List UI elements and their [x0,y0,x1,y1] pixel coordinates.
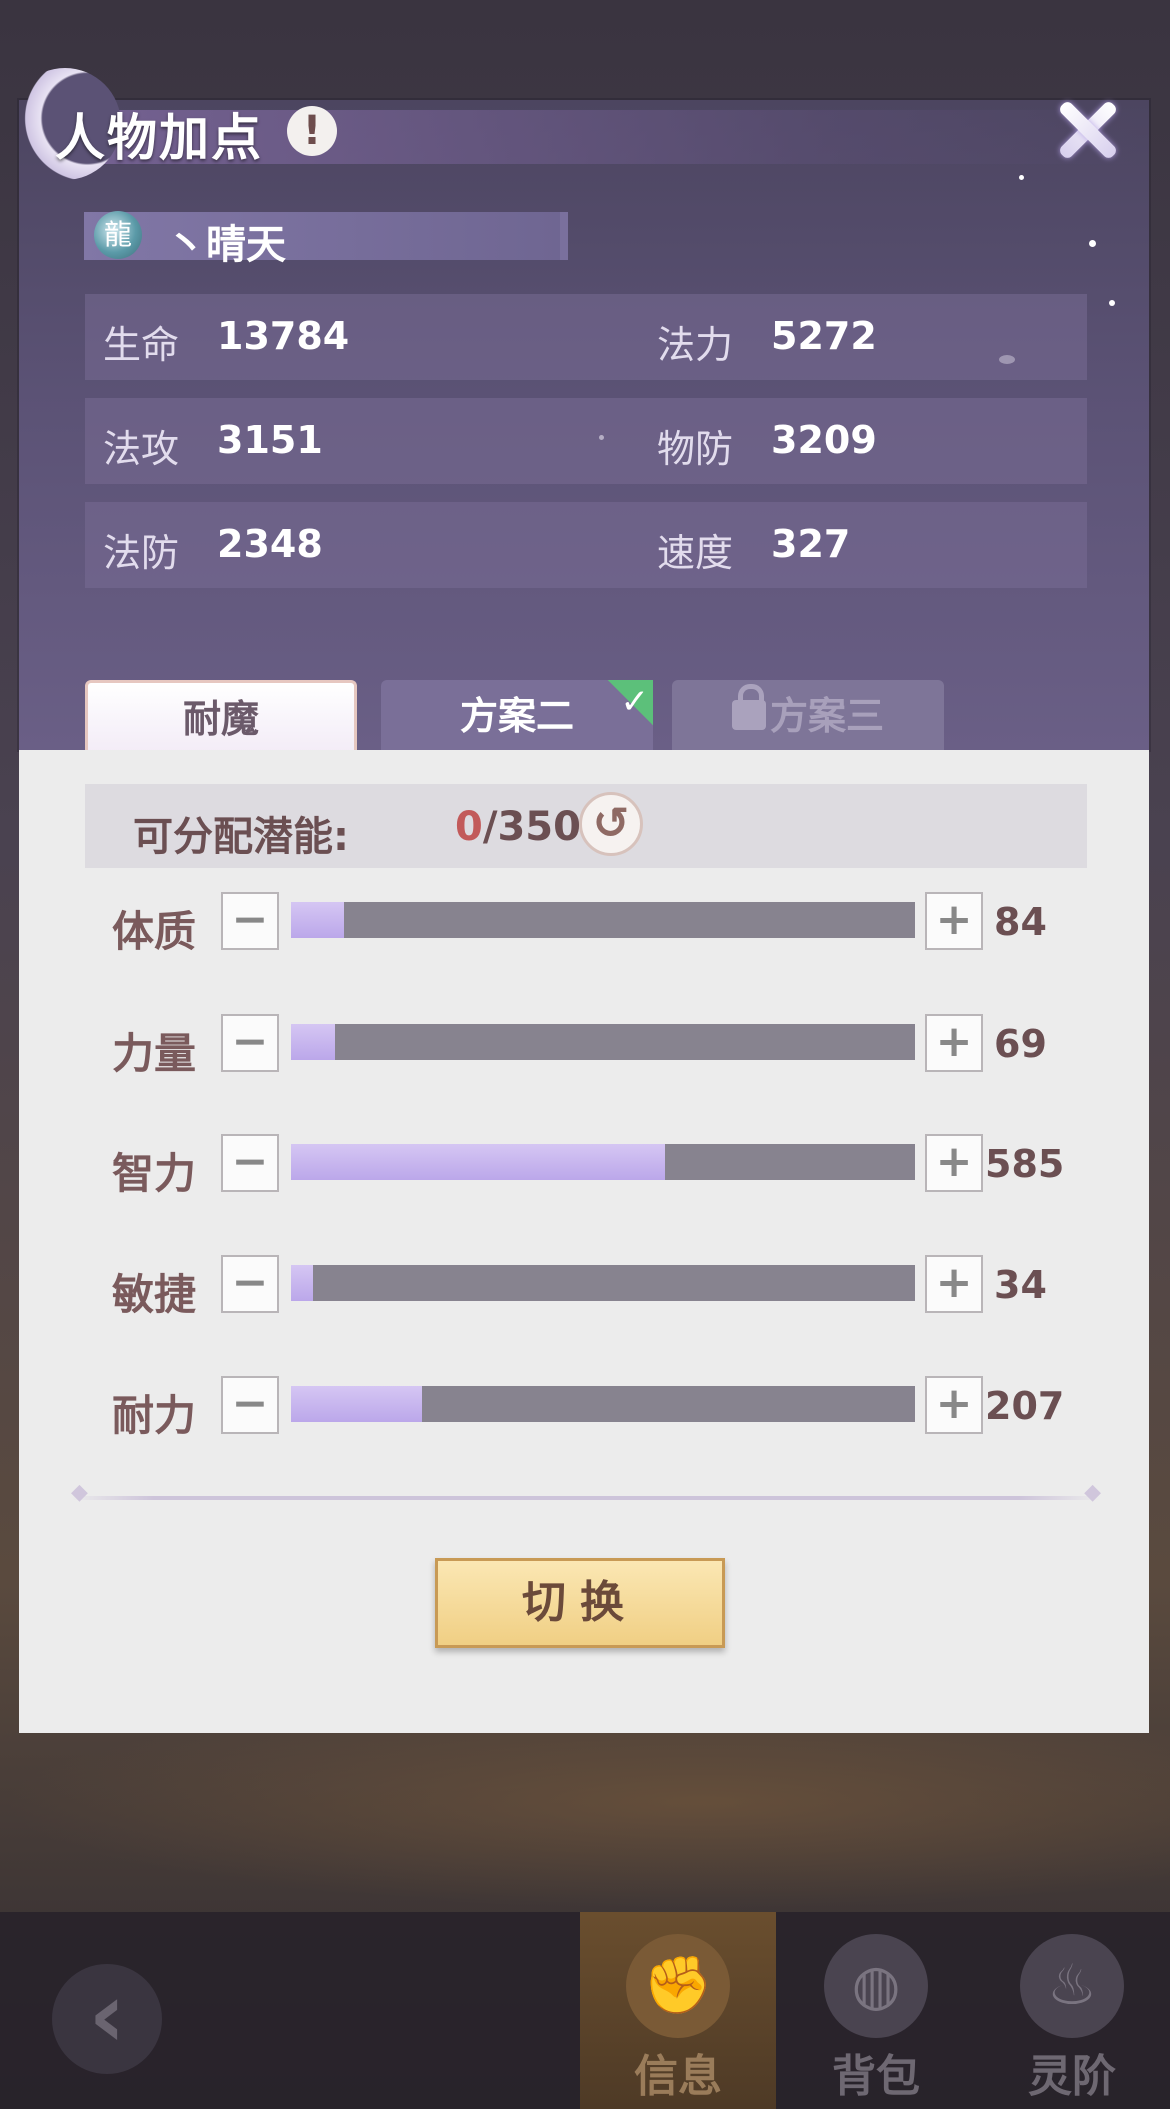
stat-value: 13784 [217,314,350,358]
character-name-bar: 龍 丶晴天 [84,211,568,268]
slider-fill [291,1144,666,1180]
plus-button[interactable]: + [925,1134,983,1192]
info-icon[interactable]: ! [287,106,337,156]
minus-button[interactable]: − [221,1255,279,1313]
panel-title: 人物加点 [55,109,263,167]
potential-value: 0/350 [455,804,581,850]
attribute-value: 585 [985,1142,1065,1186]
dragon-icon: 龍 [94,211,142,259]
attribute-row: 体质 − + 84 [19,888,1149,958]
tab-label: 耐魔 [182,697,259,741]
stat-label: 法攻 [103,427,180,471]
nav-item-bag[interactable]: ◍ 背包 [778,1912,974,2109]
stat-label: 生命 [103,323,180,367]
back-arrow-icon[interactable]: ‹ [52,1964,162,2074]
star-decoration [1089,240,1096,247]
bag-icon: ◍ [824,1934,928,2038]
attribute-row: 力量 − + 69 [19,1010,1149,1080]
potential-bar: 可分配潜能: 0/350 ↺ [85,784,1087,868]
attribute-label: 敏捷 [112,1270,197,1319]
potential-current: 0 [455,804,483,850]
lock-icon [731,683,766,730]
nav-item-info[interactable]: ✊ 信息 [580,1912,776,2109]
slider-fill [291,1024,335,1060]
attribute-panel: 人物加点 ! 龍 丶晴天 生命 13784 法力 5272 法攻 3151 物防… [9,68,1149,1733]
attribute-slider[interactable] [291,1144,915,1180]
attribute-value: 84 [994,900,1047,944]
attribute-slider[interactable] [291,1386,915,1422]
close-button[interactable] [1049,90,1125,166]
flame-icon: ♨ [1020,1934,1124,2038]
potential-total: /350 [482,804,581,850]
fist-icon: ✊ [626,1934,730,2038]
bottom-nav: ‹ ✊ 信息 ◍ 背包 ♨ 灵阶 [0,1912,1170,2109]
stat-value: 3209 [771,418,877,462]
tab-plan-three[interactable]: 方案三 [672,680,944,752]
stat-value: 2348 [217,522,323,566]
reset-icon[interactable]: ↺ [579,792,643,856]
slider-fill [291,1265,313,1301]
plus-button[interactable]: + [925,892,983,950]
minus-button[interactable]: − [221,1134,279,1192]
character-name: 丶晴天 [166,222,286,268]
attribute-label: 智力 [112,1149,197,1198]
plus-button[interactable]: + [925,1255,983,1313]
tab-naimo[interactable]: 耐魔 [85,680,357,752]
attribute-slider[interactable] [291,902,915,938]
minus-button[interactable]: − [221,1014,279,1072]
panel-header-area: 人物加点 ! 龍 丶晴天 生命 13784 法力 5272 法攻 3151 物防… [9,68,1149,752]
stat-label: 速度 [657,531,734,575]
nav-label: 信息 [634,2051,722,2102]
stat-row: 生命 13784 法力 5272 [85,294,1087,380]
attribute-label: 体质 [112,907,197,956]
tab-label: 方案三 [769,694,884,738]
tab-plan-two[interactable]: 方案二 ✓ [381,680,653,752]
attribute-label: 耐力 [112,1391,197,1440]
stat-value: 327 [771,522,851,566]
attribute-value: 34 [994,1263,1047,1307]
star-decoration [1019,175,1024,180]
switch-button[interactable]: 切换 [435,1558,725,1648]
attribute-slider[interactable] [291,1024,915,1060]
stat-value: 5272 [771,314,877,358]
nav-item-rank[interactable]: ♨ 灵阶 [974,1912,1170,2109]
minus-button[interactable]: − [221,892,279,950]
nav-label: 灵阶 [1028,2051,1116,2102]
star-decoration [1109,300,1115,306]
attribute-row: 耐力 − + 207 [19,1372,1149,1442]
tab-label: 方案二 [459,694,574,738]
nav-label: 背包 [832,2051,920,2102]
stat-row: 法防 2348 速度 327 [85,502,1087,588]
attribute-row: 敏捷 − + 34 [19,1251,1149,1321]
plus-button[interactable]: + [925,1376,983,1434]
attribute-allocation-area: 可分配潜能: 0/350 ↺ 体质 − + 84 力量 − + 69 智力 − … [19,750,1149,1733]
attribute-value: 207 [985,1384,1065,1428]
stat-row: 法攻 3151 物防 3209 [85,398,1087,484]
attribute-value: 69 [994,1022,1047,1066]
plus-button[interactable]: + [925,1014,983,1072]
attribute-slider[interactable] [291,1265,915,1301]
attribute-label: 力量 [112,1029,197,1078]
potential-label: 可分配潜能: [133,814,349,860]
attribute-row: 智力 − + 585 [19,1130,1149,1200]
background-glow [0,1730,1170,1910]
stat-label: 法防 [103,531,180,575]
slider-fill [291,1386,423,1422]
minus-button[interactable]: − [221,1376,279,1434]
check-icon: ✓ [591,680,653,742]
divider [71,1480,1101,1505]
slider-fill [291,902,345,938]
stat-label: 法力 [657,323,734,367]
stat-value: 3151 [217,418,323,462]
stat-label: 物防 [657,427,734,471]
